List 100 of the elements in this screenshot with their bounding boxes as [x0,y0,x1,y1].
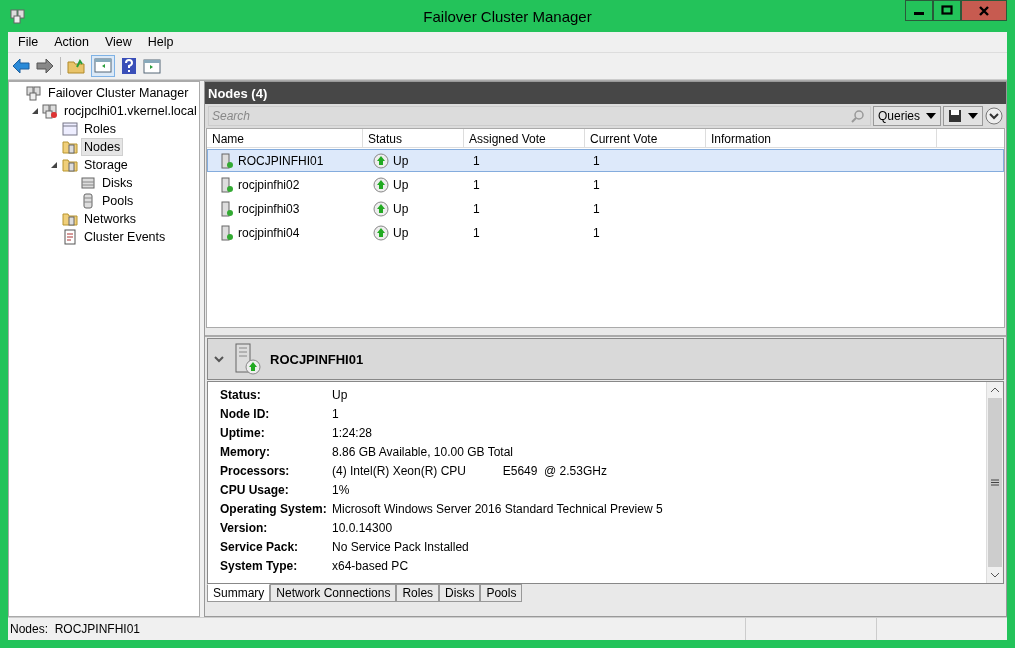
column-header[interactable]: Status [363,129,464,147]
table-cell: rocjpinfhi02 [238,177,300,192]
field-value: 8.86 GB Available, 10.00 GB Total [332,444,513,459]
folder-up-icon[interactable] [67,58,85,74]
caret-icon [926,113,936,119]
folder-icon [62,211,78,227]
table-cell: rocjpinfhi03 [238,201,300,216]
table-cell: Up [393,225,409,240]
server-icon [220,200,234,217]
tab[interactable]: Roles [396,584,440,602]
table-row[interactable]: rocjpinfhi04 Up 1 1 [207,221,1004,244]
cluster-icon [42,103,58,119]
expander-icon[interactable] [31,107,39,115]
server-icon [232,343,262,375]
cluster-icon [10,8,26,24]
table-cell: Up [393,177,409,192]
server-icon [220,176,234,193]
table-cell: Up [393,201,409,216]
scrollbar[interactable] [986,382,1003,583]
field-label: CPU Usage: [220,482,290,497]
folder-icon [62,157,78,173]
table-cell: 1 [593,225,600,240]
menu-item[interactable]: View [96,33,140,51]
tree-item[interactable]: Nodes [81,138,124,156]
field-label: Status: [220,387,262,402]
collapse-icon[interactable] [985,107,1003,125]
folder-icon [62,139,78,155]
menu-item[interactable]: File [10,33,47,51]
search-icon [850,109,865,123]
table-row[interactable]: rocjpinfhi02 Up 1 1 [207,173,1004,196]
expander-icon[interactable] [49,161,59,169]
field-value: 10.0.14300 [332,520,393,535]
maximize-button[interactable] [933,0,961,21]
field-value: x64-based PC [332,558,409,573]
field-label: Version: [220,520,269,535]
table-cell: 1 [473,153,480,168]
maximize-icon [940,3,954,18]
grip-icon [991,479,999,486]
field-label: Uptime: [220,425,266,440]
tree-item[interactable]: Cluster Events [81,228,169,246]
tree-item[interactable]: Failover Cluster Manager [45,84,192,102]
tree-item[interactable]: rocjpclhi01.vkernel.local [61,102,200,120]
queries-button[interactable]: Queries [872,106,941,126]
log-icon [62,229,78,245]
menu-item[interactable]: Help [139,33,182,51]
table-cell: 1 [593,201,600,216]
status-text: Nodes: ROCJPINFHI01 [9,622,142,636]
close-icon [977,3,991,18]
column-header[interactable]: Assigned Vote [464,129,585,147]
field-label: Operating System: [220,501,328,516]
back-icon[interactable] [12,58,30,74]
save-icon [948,109,962,123]
tab[interactable]: Disks [439,584,481,602]
search-field[interactable]: Search [208,106,871,126]
field-label: Processors: [220,463,291,478]
close-button[interactable] [961,0,1007,21]
window-title: Failover Cluster Manager [422,7,593,25]
tree-item[interactable]: Networks [81,210,140,228]
table-row[interactable]: ROCJPINFHI01 Up 1 1 [207,149,1004,172]
field-value: 1 [332,406,339,421]
field-label: Memory: [220,444,271,459]
field-value: No Service Pack Installed [332,539,469,554]
action-pane-icon[interactable] [143,58,161,74]
database-icon [80,193,96,209]
field-value: 1:24:28 [332,425,373,440]
menu-item[interactable]: Action [46,33,97,51]
field-value: 1% [332,482,350,497]
forward-icon[interactable] [36,58,54,74]
scroll-up-icon[interactable] [990,386,1000,394]
field-value: Microsoft Windows Server 2016 Standard Technical Preview 5 [332,501,663,516]
table-row[interactable]: rocjpinfhi03 Up 1 1 [207,197,1004,220]
table-cell: 1 [473,225,480,240]
column-header[interactable]: Name [207,129,363,147]
minimize-button[interactable] [905,0,933,21]
tree-item[interactable]: Disks [99,174,136,192]
minimize-icon [914,12,924,15]
tab[interactable]: Summary [207,584,271,602]
server-icon [220,152,234,169]
field-label: Node ID: [220,406,271,421]
tree-item[interactable]: Roles [81,120,119,138]
panel-title: Nodes (4) [208,85,268,101]
help-icon[interactable] [121,57,137,75]
field-value: (4) Intel(R) Xeon(R) CPU E5649 @ 2.53GHz [332,463,607,478]
field-label: Service Pack: [220,539,300,554]
save-query-button[interactable] [943,106,983,126]
column-header[interactable]: Current Vote [585,129,706,147]
table-cell: Up [393,153,409,168]
details-title: ROCJPINFHI01 [270,351,364,367]
table-cell: 1 [473,177,480,192]
scroll-down-icon[interactable] [990,571,1000,579]
field-value: Up [332,387,348,402]
caret-icon [968,113,978,119]
tree-item[interactable]: Storage [81,156,131,174]
window-icon [62,121,78,137]
table-cell: 1 [593,177,600,192]
cluster-icon [26,85,42,101]
tab[interactable]: Pools [480,584,523,602]
column-header[interactable]: Information [706,129,937,147]
tree-item[interactable]: Pools [99,192,137,210]
tab[interactable]: Network Connections [270,584,397,602]
